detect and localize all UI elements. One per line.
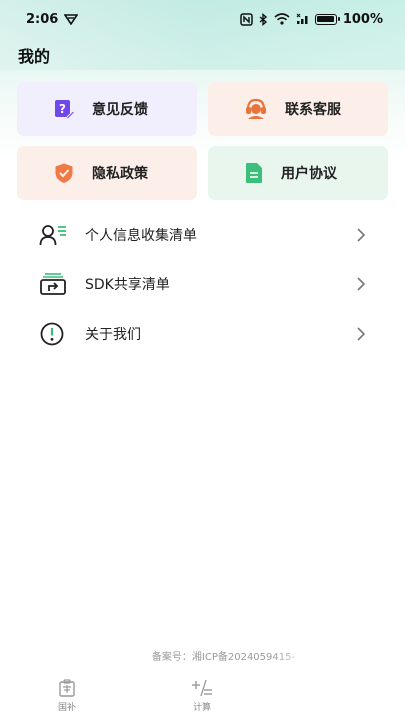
privacy-policy-label: 隐私政策 [92,166,148,182]
share-box-icon [40,273,66,295]
privacy-policy-tile[interactable]: 隐私政策 [17,146,197,200]
status-time: 2:06 [26,11,59,27]
feedback-label: 意见反馈 [92,102,148,118]
user-agreement-label: 用户协议 [281,166,337,182]
calculator-icon [192,679,212,697]
user-list-icon [39,225,66,246]
nfc-icon [240,12,253,26]
list-item-about-us[interactable]: 关于我们 [0,309,405,359]
feedback-tile[interactable]: ? 意见反馈 [17,82,197,136]
signal-off-icon [296,13,308,24]
document-icon [246,163,262,183]
info-circle-icon [40,322,64,346]
page-title: 我的 [18,47,51,66]
tab-guobu[interactable]: 国补 [37,679,97,719]
notification-icon [64,14,79,25]
personal-info-label: 个人信息收集清单 [85,228,197,244]
profile-screen: 2:06 100% 我的 ? 意见反馈 联系客服 隐私政策 用户协议 个人信息收… [0,0,405,720]
tab-calc-label: 计算 [192,703,211,713]
chevron-right-icon [357,327,366,341]
list-item-personal-info[interactable]: 个人信息收集清单 [0,210,405,260]
about-us-label: 关于我们 [85,327,141,343]
status-bar: 2:06 100% [0,0,405,38]
shield-icon [55,163,73,183]
subsidy-icon [59,679,75,697]
status-right: 100% [240,12,383,27]
customer-service-label: 联系客服 [285,102,341,118]
feedback-icon: ? [55,100,75,120]
tab-calc[interactable]: 计算 [172,679,232,719]
headset-icon [246,98,266,119]
wifi-icon [274,13,290,25]
status-left: 2:06 [26,11,79,27]
svg-text:?: ? [59,102,66,116]
chevron-right-icon [357,228,366,242]
customer-service-tile[interactable]: 联系客服 [208,82,388,136]
bluetooth-icon [259,12,267,26]
user-agreement-tile[interactable]: 用户协议 [208,146,388,200]
chevron-right-icon [357,277,366,291]
bottom-tab-bar: 国补 计算 [0,676,405,720]
list-item-sdk-share[interactable]: SDK共享清单 [0,259,405,309]
footer-fade [270,642,360,666]
battery-level: 100% [342,11,383,27]
sdk-share-label: SDK共享清单 [85,277,170,293]
tab-guobu-label: 国补 [57,703,76,713]
battery-icon [314,13,340,25]
